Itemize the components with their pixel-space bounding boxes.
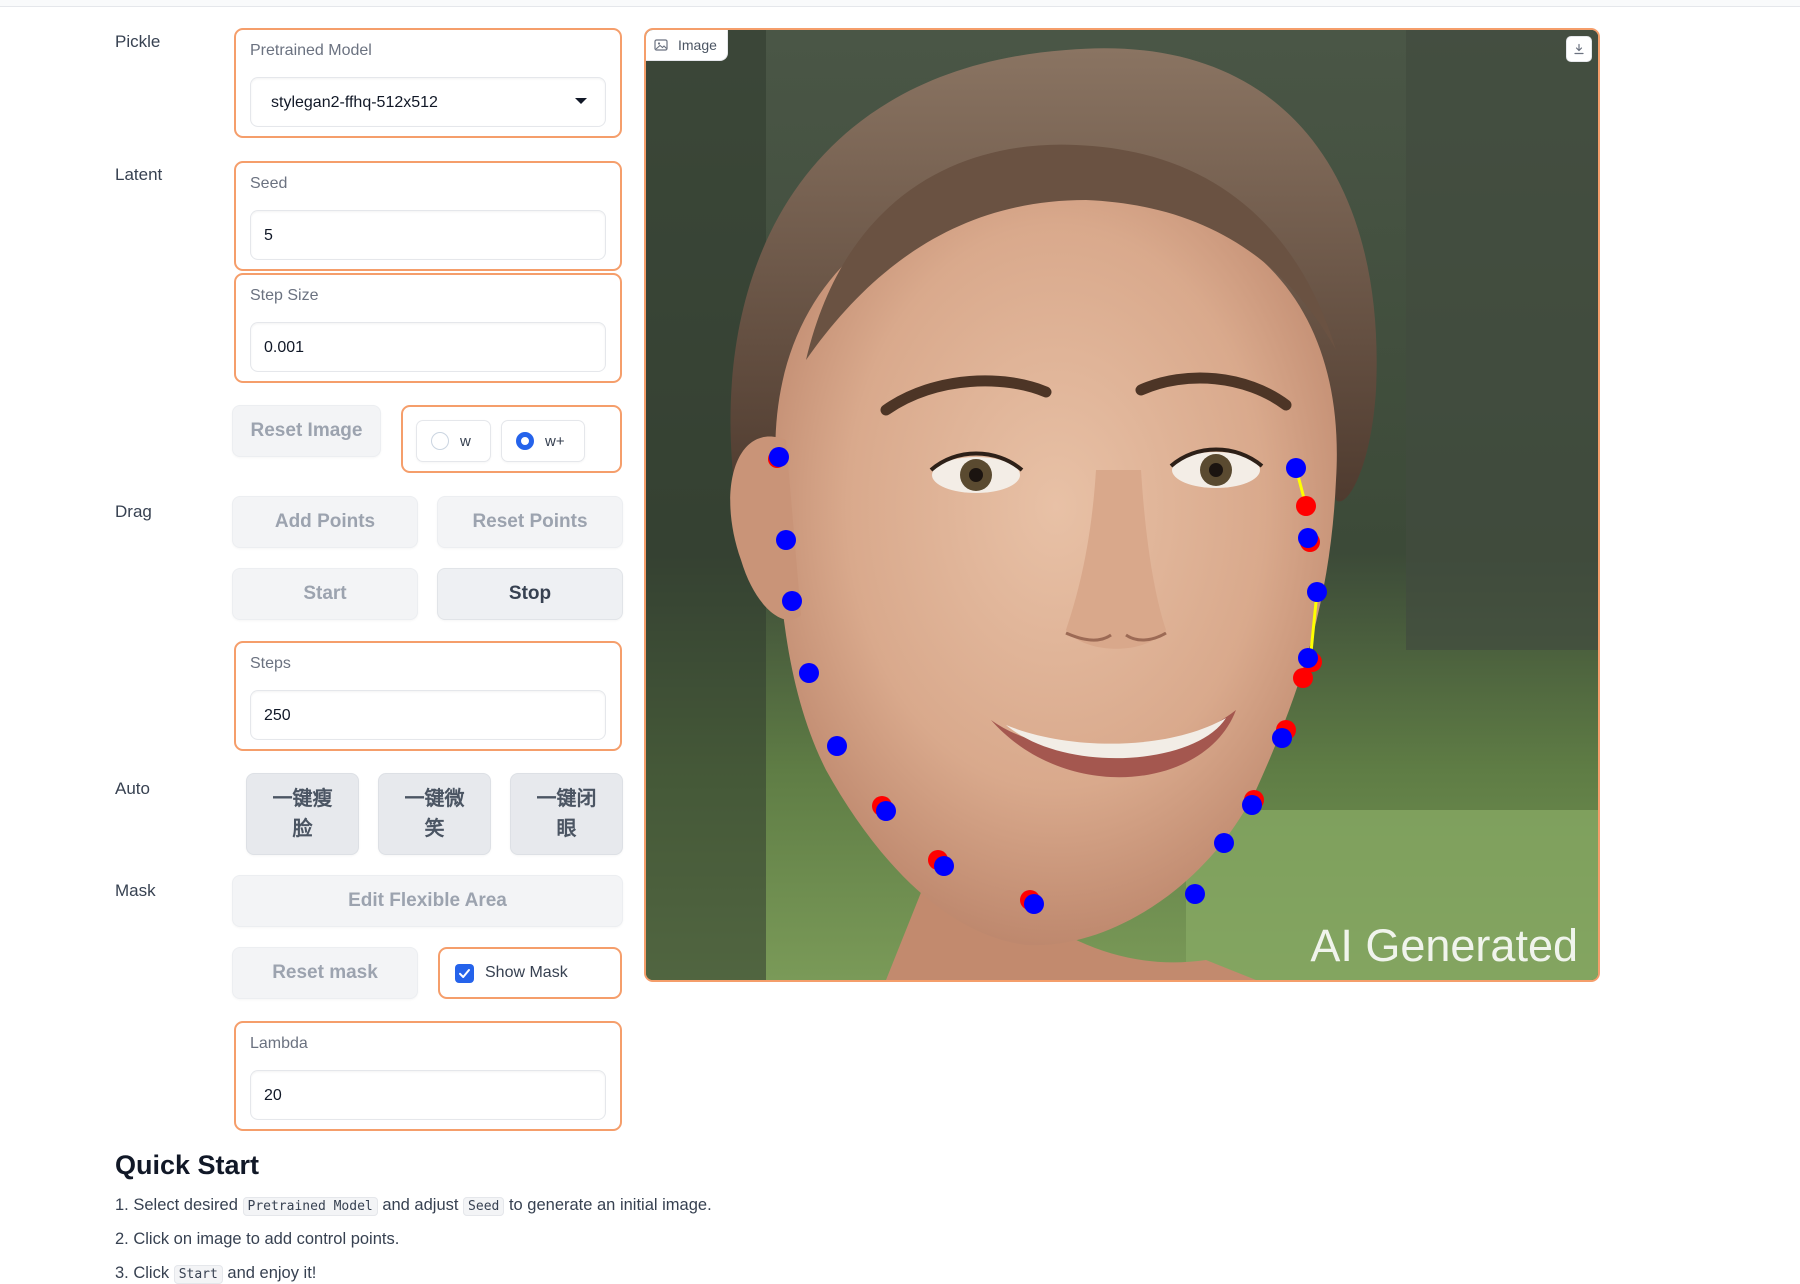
section-label-drag: Drag [115, 502, 152, 521]
seed-label: Seed [250, 175, 288, 192]
latent-space-radio-group: w w+ [401, 405, 622, 473]
radio-w-label: w [460, 432, 471, 450]
lambda-block: Lambda 20 [234, 1021, 622, 1131]
auto-smile-button[interactable]: 一键微笑 [378, 773, 491, 855]
lambda-input[interactable]: 20 [250, 1070, 606, 1120]
reset-image-button[interactable]: Reset Image [232, 405, 381, 457]
qs1-code-seed: Seed [463, 1197, 505, 1216]
reset-points-button[interactable]: Reset Points [437, 496, 623, 548]
image-tag-label: Image [678, 37, 717, 53]
qs1-text-b: and adjust [377, 1196, 464, 1214]
image-panel[interactable]: Image AI Generated [644, 28, 1600, 982]
seed-block: Seed 5 [234, 161, 622, 271]
quick-start-title: Quick Start [115, 1150, 260, 1180]
generated-face-image[interactable] [646, 30, 1598, 980]
step-size-input[interactable]: 0.001 [250, 322, 606, 372]
pretrained-model-block: Pretrained Model stylegan2-ffhq-512x512 [234, 28, 622, 138]
top-bar [0, 0, 1800, 7]
stop-button[interactable]: Stop [437, 568, 623, 620]
quick-start-step-2: 2. Click on image to add control points. [115, 1230, 400, 1248]
auto-close-eyes-button[interactable]: 一键闭眼 [510, 773, 623, 855]
image-tag: Image [646, 30, 728, 61]
download-icon[interactable] [1566, 36, 1592, 62]
show-mask-label: Show Mask [485, 964, 568, 981]
pretrained-model-select[interactable]: stylegan2-ffhq-512x512 [250, 77, 606, 127]
add-points-button[interactable]: Add Points [232, 496, 418, 548]
qs1-text-c: to generate an initial image. [504, 1196, 712, 1214]
steps-input[interactable]: 250 [250, 690, 606, 740]
steps-label: Steps [250, 655, 291, 672]
image-icon [654, 39, 668, 51]
radio-w-dot[interactable] [431, 432, 449, 450]
radio-w-plus[interactable]: w+ [501, 420, 585, 462]
section-label-mask: Mask [115, 881, 156, 900]
quick-start-step-1: 1. Select desired Pretrained Model and a… [115, 1196, 712, 1216]
show-mask-checkbox[interactable]: Show Mask [438, 947, 622, 999]
qs3-text-a: 3. Click [115, 1264, 174, 1282]
step-size-block: Step Size 0.001 [234, 273, 622, 383]
ai-generated-watermark: AI Generated [1310, 920, 1578, 971]
radio-w[interactable]: w [416, 420, 491, 462]
step-size-label: Step Size [250, 287, 319, 304]
steps-block: Steps 250 [234, 641, 622, 751]
lambda-label: Lambda [250, 1035, 308, 1052]
chevron-down-icon[interactable] [575, 98, 587, 104]
radio-w-plus-dot[interactable] [516, 432, 534, 450]
seed-input[interactable]: 5 [250, 210, 606, 260]
auto-slim-face-button[interactable]: 一键瘦脸 [246, 773, 359, 855]
qs1-text-a: 1. Select desired [115, 1196, 243, 1214]
reset-mask-button[interactable]: Reset mask [232, 947, 418, 999]
radio-w-plus-label: w+ [545, 432, 565, 450]
qs3-code-start: Start [173, 1265, 223, 1284]
qs1-code-model: Pretrained Model [242, 1197, 378, 1216]
section-label-auto: Auto [115, 779, 150, 798]
section-label-latent: Latent [115, 165, 163, 184]
checkbox-checked-icon[interactable] [455, 963, 474, 983]
section-label-pickle: Pickle [115, 32, 161, 51]
edit-flexible-area-button[interactable]: Edit Flexible Area [232, 875, 623, 927]
qs3-text-b: and enjoy it! [222, 1264, 317, 1282]
quick-start-step-3: 3. Click Start and enjoy it! [115, 1264, 317, 1284]
pretrained-model-label: Pretrained Model [250, 42, 372, 59]
start-button[interactable]: Start [232, 568, 418, 620]
